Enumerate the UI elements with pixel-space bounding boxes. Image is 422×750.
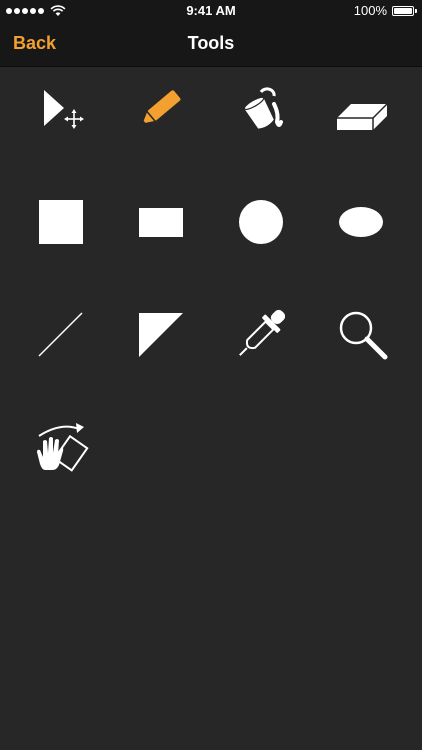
tool-hand-pan-rotate[interactable] — [31, 420, 91, 480]
select-move-icon — [44, 90, 84, 129]
tool-eyedropper[interactable] — [231, 304, 291, 364]
ellipse-icon — [339, 207, 383, 237]
navigation-bar: Back Tools — [0, 22, 422, 67]
status-bar: 9:41 AM 100% — [0, 0, 422, 22]
hand-pan-rotate-icon — [37, 423, 89, 472]
tool-circle[interactable] — [231, 192, 291, 252]
tool-triangle[interactable] — [131, 304, 191, 364]
circle-icon — [239, 200, 283, 244]
tool-square[interactable] — [31, 192, 91, 252]
tool-eraser[interactable] — [331, 78, 391, 138]
square-icon — [39, 200, 83, 244]
status-right: 100% — [353, 3, 417, 18]
tool-select-move[interactable] — [31, 78, 91, 138]
triangle-icon — [139, 313, 183, 357]
line-icon — [38, 312, 83, 357]
battery-icon — [392, 5, 417, 16]
eraser-icon — [337, 103, 388, 130]
rectangle-icon — [139, 208, 183, 237]
tool-paint-bucket[interactable] — [231, 78, 291, 138]
paint-bucket-icon — [243, 87, 283, 129]
magnifier-icon — [339, 311, 388, 360]
tool-rectangle[interactable] — [131, 192, 191, 252]
page-title: Tools — [187, 33, 235, 53]
tool-line[interactable] — [31, 304, 91, 364]
battery-percent: 100% — [353, 3, 387, 18]
tool-ellipse[interactable] — [331, 192, 391, 252]
pencil-icon — [141, 90, 181, 125]
tool-pencil[interactable] — [131, 78, 191, 138]
tool-magnifier[interactable] — [331, 304, 391, 364]
eyedropper-icon — [239, 309, 286, 356]
